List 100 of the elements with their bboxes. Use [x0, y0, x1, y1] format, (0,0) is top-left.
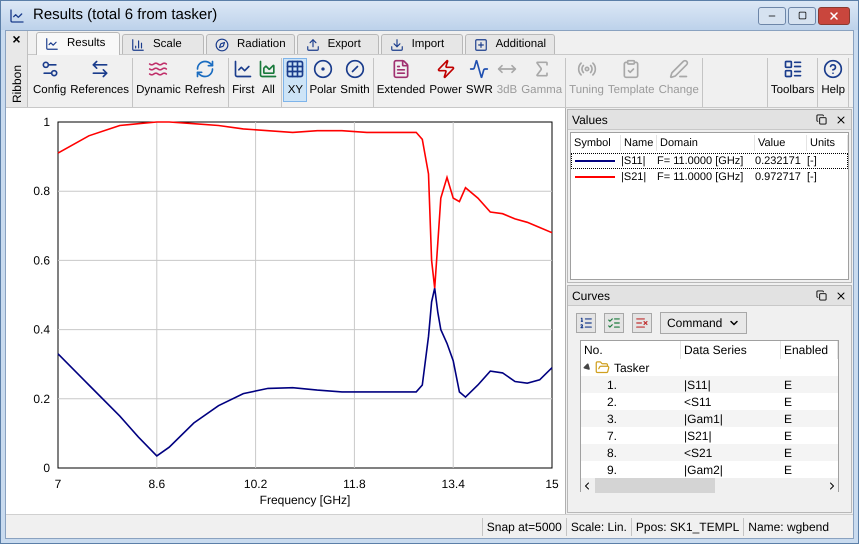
pulse-icon: [469, 59, 490, 79]
ribbon-label: Ribbon: [8, 64, 24, 103]
curve-number: 8.: [606, 445, 618, 462]
command-dropdown[interactable]: Command: [660, 312, 748, 334]
target-icon: [312, 59, 333, 79]
arrows-icon: [90, 59, 110, 79]
toolbar-button[interactable]: Refresh: [182, 58, 228, 102]
refresh-icon: [194, 59, 215, 79]
bar-chart-icon: [131, 38, 145, 52]
enabled-label: E: [783, 462, 794, 479]
column-header[interactable]: Enabled: [781, 341, 838, 359]
ribbon-tab[interactable]: Additional: [464, 34, 556, 54]
toolbar-button[interactable]: XY: [283, 58, 308, 102]
values-row[interactable]: |S21| F= 11.0000 [GHz] 0.972717 [-]: [571, 169, 848, 185]
y-tick-label: 0.4: [33, 322, 50, 337]
x-tick-label: 10.2: [244, 477, 268, 491]
window-title: Results (total 6 from tasker): [33, 5, 218, 26]
data-series: |S11|: [683, 377, 712, 394]
close-button[interactable]: [818, 6, 850, 24]
maximize-button[interactable]: [788, 6, 816, 24]
column-header[interactable]: Units: [807, 134, 848, 152]
disable-curves-button[interactable]: [632, 313, 652, 333]
status-field: Ppos: SK1_TEMPL: [630, 518, 744, 536]
curve-number: 9.: [606, 462, 618, 479]
toolbar-button[interactable]: Smith: [338, 58, 372, 102]
clipboard-icon: [621, 59, 642, 79]
expander-icon[interactable]: [582, 362, 592, 372]
toolbar-button[interactable]: Toolbars: [768, 58, 816, 102]
toolbar-button[interactable]: SWR: [464, 58, 495, 102]
column-header[interactable]: No.: [581, 341, 681, 359]
horizontal-scrollbar[interactable]: [581, 478, 838, 493]
restore-icon[interactable]: [816, 114, 827, 125]
toolbar-button[interactable]: First: [230, 58, 256, 102]
column-header[interactable]: Domain: [657, 134, 755, 152]
circle-icon: [345, 59, 365, 79]
x-tick-label: 8.6: [148, 477, 166, 491]
data-series: |Gam1|: [683, 411, 724, 428]
restore-icon[interactable]: [816, 290, 827, 301]
toolbar-button[interactable]: Config: [31, 58, 68, 102]
curve-number: 2.: [606, 394, 618, 411]
toolbar-button[interactable]: Help: [819, 58, 847, 102]
data-series: |S21|: [683, 428, 713, 445]
series-value: 0.232171: [755, 154, 802, 169]
plus-icon: [474, 38, 488, 52]
status-field: Name: wgbend: [743, 518, 833, 536]
enabled-label: E: [783, 377, 794, 394]
series-value: 0.972717: [755, 170, 802, 185]
close-icon[interactable]: [835, 290, 847, 302]
column-header[interactable]: Name: [621, 134, 657, 152]
tree-group-label[interactable]: Tasker: [614, 358, 650, 376]
curve-number: 3.: [606, 411, 618, 428]
x-tick-label: 11.8: [343, 477, 366, 491]
panel-title: Curves: [572, 288, 612, 304]
column-header[interactable]: Value: [755, 134, 807, 152]
toolbar-button[interactable]: Dynamic: [134, 58, 183, 102]
x-tick-label: 13.4: [442, 477, 465, 491]
toolbar-button[interactable]: Polar: [307, 58, 338, 102]
upload-icon: [306, 38, 320, 52]
column-header[interactable]: Symbol: [571, 134, 621, 152]
values-row[interactable]: |S11| F= 11.0000 [GHz] 0.232171 [-]: [571, 153, 848, 169]
series-name: |S21|: [621, 170, 648, 185]
toolbar-button[interactable]: All: [256, 58, 280, 102]
y-tick-label: 0.2: [33, 392, 50, 406]
ribbon-tab[interactable]: Radiation: [206, 34, 295, 54]
list-icon: [782, 59, 803, 79]
column-header[interactable]: Data Series: [681, 341, 781, 359]
close-icon[interactable]: [835, 114, 847, 126]
compass-icon: [215, 38, 229, 52]
download-icon: [390, 38, 404, 52]
scroll-thumb[interactable]: [595, 478, 715, 493]
ribbon-tab[interactable]: Export: [296, 34, 379, 54]
folder-icon: [595, 360, 610, 375]
data-series: |Gam2|: [683, 462, 724, 479]
ribbon-close-button[interactable]: ×: [12, 31, 21, 47]
sort-curves-button[interactable]: [576, 313, 596, 333]
status-field: Snap at=5000: [482, 518, 566, 536]
ribbon-tab[interactable]: Import: [380, 34, 463, 54]
maximize-icon: [798, 11, 806, 20]
line-chart-icon: [233, 59, 254, 79]
ribbon-tab[interactable]: Scale: [122, 34, 204, 54]
enabled-label: E: [783, 428, 794, 445]
help-icon: [823, 59, 844, 79]
sliders-icon: [40, 59, 60, 79]
enabled-label: E: [783, 411, 794, 428]
x-tick-label: 15: [545, 477, 559, 491]
x-tick-label: 7: [54, 477, 62, 491]
ribbon-tab[interactable]: Results: [36, 32, 120, 55]
y-tick-label: 1: [43, 115, 50, 129]
enabled-label: E: [783, 445, 794, 462]
toolbar-button[interactable]: References: [68, 58, 132, 102]
grid-icon: [285, 59, 306, 79]
y-tick-label: 0.6: [33, 253, 50, 268]
enable-curves-button[interactable]: [604, 313, 624, 333]
enabled-label: E: [783, 394, 794, 411]
data-series: <S21: [683, 445, 714, 462]
domain-value: F= 11.0000 [GHz]: [657, 170, 744, 185]
checklist-icon: [607, 316, 621, 330]
toolbar-button[interactable]: Extended: [374, 58, 428, 102]
toolbar-button[interactable]: Power: [427, 58, 464, 102]
curve-number: 7.: [606, 428, 618, 445]
